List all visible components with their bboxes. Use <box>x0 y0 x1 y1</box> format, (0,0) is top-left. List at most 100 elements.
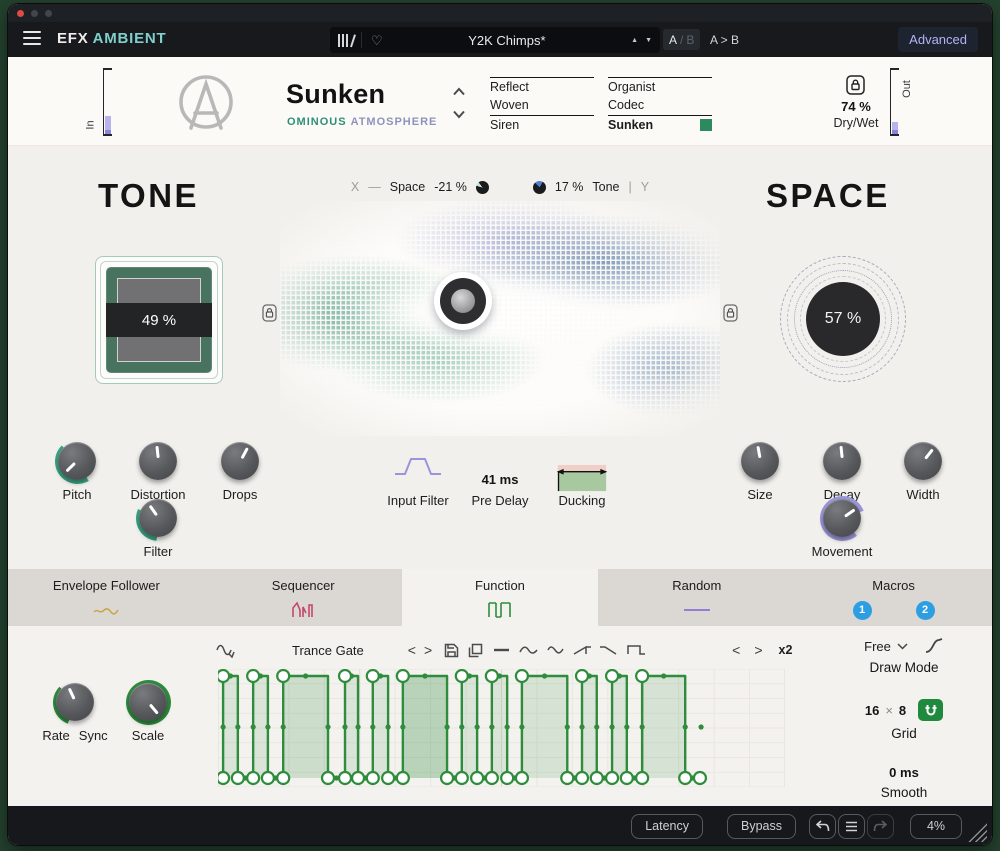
rate-knob[interactable]: Rate Sync <box>33 683 117 743</box>
plugin-window: EFXAMBIENT ♡ Y2K Chimps* ▲ ▼ A / B A > B… <box>8 4 992 845</box>
distortion-knob[interactable]: Distortion <box>116 442 200 502</box>
waveform-select-icon[interactable] <box>216 642 236 658</box>
advanced-button[interactable]: Advanced <box>898 27 978 52</box>
space-amount-control[interactable]: 57 % <box>780 256 906 382</box>
snap-magnet-button[interactable] <box>918 699 943 721</box>
tone-amount-control[interactable]: 49 % <box>95 256 223 384</box>
preset-item[interactable]: Organist <box>608 77 712 96</box>
close-window-button[interactable] <box>17 10 24 17</box>
hamburger-menu-icon[interactable] <box>23 31 41 45</box>
draw-mode-value[interactable]: Free <box>864 639 891 654</box>
x-axis-label: X <box>351 180 359 194</box>
shape-sine-icon[interactable] <box>519 643 538 657</box>
shape-ramp-down-icon[interactable] <box>599 643 618 657</box>
gate-editor[interactable] <box>218 669 785 792</box>
size-knob[interactable]: Size <box>718 442 802 502</box>
favorite-heart-icon[interactable]: ♡ <box>371 34 383 47</box>
mode-next-chevron[interactable]: > <box>422 642 434 658</box>
shape-square-icon[interactable] <box>627 643 646 657</box>
ab-copy-button[interactable]: A > B <box>710 33 739 47</box>
random-icon <box>682 605 712 615</box>
preset-item[interactable]: Codec <box>608 96 712 114</box>
movement-knob[interactable]: Movement <box>800 499 884 559</box>
decay-knob[interactable]: Decay <box>800 442 884 502</box>
pitch-knob[interactable]: Pitch <box>35 442 119 502</box>
preset-up-chevron[interactable] <box>452 87 466 96</box>
plugin-brand: EFXAMBIENT <box>57 30 167 47</box>
width-knob[interactable]: Width <box>881 442 965 502</box>
draw-mode-row: Free <box>838 638 970 654</box>
xy-pad[interactable] <box>280 201 720 436</box>
copy-icon[interactable] <box>468 643 483 658</box>
filter-knob[interactable]: Filter <box>116 499 200 559</box>
function-panel: Rate Sync Scale Trance Gate < > <box>8 626 992 806</box>
preset-prev-arrow[interactable]: ▲ <box>631 37 638 44</box>
tab-macros[interactable]: Macros 1 2 <box>795 569 992 626</box>
ducking-control[interactable]: Ducking <box>530 464 634 508</box>
x2-button[interactable]: x2 <box>779 643 793 657</box>
ducking-icon <box>555 464 609 493</box>
drops-knob[interactable]: Drops <box>198 442 282 502</box>
ab-a[interactable]: A <box>669 33 677 47</box>
preset-item[interactable]: Woven <box>490 96 594 114</box>
shape-sine-small-icon[interactable] <box>547 643 564 657</box>
ab-b[interactable]: B <box>686 33 694 47</box>
window-titlebar <box>8 4 992 22</box>
preset-down-chevron[interactable] <box>452 110 466 119</box>
drywet-value[interactable]: 74 % <box>828 99 884 114</box>
undo-button[interactable] <box>809 814 836 839</box>
tab-random[interactable]: Random <box>598 569 795 626</box>
shape-ramp-up-icon[interactable] <box>573 643 592 657</box>
scale-knob[interactable]: Scale <box>106 683 190 743</box>
ab-slash: / <box>680 33 683 47</box>
macro-1-badge[interactable]: 1 <box>853 601 872 620</box>
selected-preset-square <box>700 119 712 131</box>
history-list-button[interactable] <box>838 814 865 839</box>
xy-pad-fade <box>280 201 720 436</box>
preset-item[interactable]: Siren <box>490 115 594 134</box>
library-icon[interactable] <box>338 34 352 47</box>
y-axis-lock-icon[interactable] <box>723 304 738 322</box>
cpu-meter-button[interactable]: 4% <box>910 814 962 839</box>
tab-sequencer[interactable]: Sequencer <box>205 569 402 626</box>
preset-item[interactable]: Reflect <box>490 77 594 96</box>
function-mode-name[interactable]: Trance Gate <box>292 643 364 658</box>
preset-browser[interactable]: ♡ Y2K Chimps* ▲ ▼ <box>330 27 660 53</box>
x-param-value[interactable]: -21 % <box>434 180 467 194</box>
curve-mode-icon[interactable] <box>924 638 944 654</box>
x-axis-lock-icon[interactable] <box>262 304 277 322</box>
save-icon[interactable] <box>444 643 459 658</box>
xy-pad-puck[interactable] <box>434 272 492 330</box>
smooth-value[interactable]: 0 ms <box>838 765 970 780</box>
sync-label[interactable]: Sync <box>79 728 108 743</box>
latency-button[interactable]: Latency <box>631 814 703 839</box>
x-param-name: Space <box>390 180 425 194</box>
grid-cols[interactable]: 16 <box>865 703 879 718</box>
pattern-next-chevron[interactable]: > <box>752 642 764 658</box>
zoom-window-button[interactable] <box>45 10 52 17</box>
preset-next-arrow[interactable]: ▼ <box>645 37 652 44</box>
drywet-label: Dry/Wet <box>828 116 884 130</box>
tab-function[interactable]: Function <box>402 569 599 626</box>
grid-rows[interactable]: 8 <box>899 703 906 718</box>
preset-item-selected[interactable]: Sunken <box>608 115 712 134</box>
tab-envelope-follower[interactable]: Envelope Follower <box>8 569 205 626</box>
macro-2-badge[interactable]: 2 <box>916 601 935 620</box>
rate-label: Rate <box>42 728 69 743</box>
preset-name[interactable]: Y2K Chimps* <box>383 33 631 48</box>
input-meter[interactable] <box>103 68 113 136</box>
chevron-down-icon[interactable] <box>897 643 908 650</box>
pattern-prev-chevron[interactable]: < <box>730 642 742 658</box>
y-axis-pipe: | <box>628 180 631 194</box>
redo-button[interactable] <box>867 814 894 839</box>
bypass-button[interactable]: Bypass <box>727 814 796 839</box>
mode-prev-chevron[interactable]: < <box>406 642 418 658</box>
drywet-lock-icon[interactable] <box>846 75 865 95</box>
shape-flat-icon[interactable] <box>493 643 510 657</box>
output-meter[interactable] <box>890 68 900 136</box>
ab-toggle[interactable]: A / B <box>663 29 700 50</box>
y-param-value[interactable]: 17 % <box>555 180 584 194</box>
brand-efx: EFX <box>57 30 89 47</box>
minimize-window-button[interactable] <box>31 10 38 17</box>
resize-handle[interactable] <box>968 823 987 842</box>
